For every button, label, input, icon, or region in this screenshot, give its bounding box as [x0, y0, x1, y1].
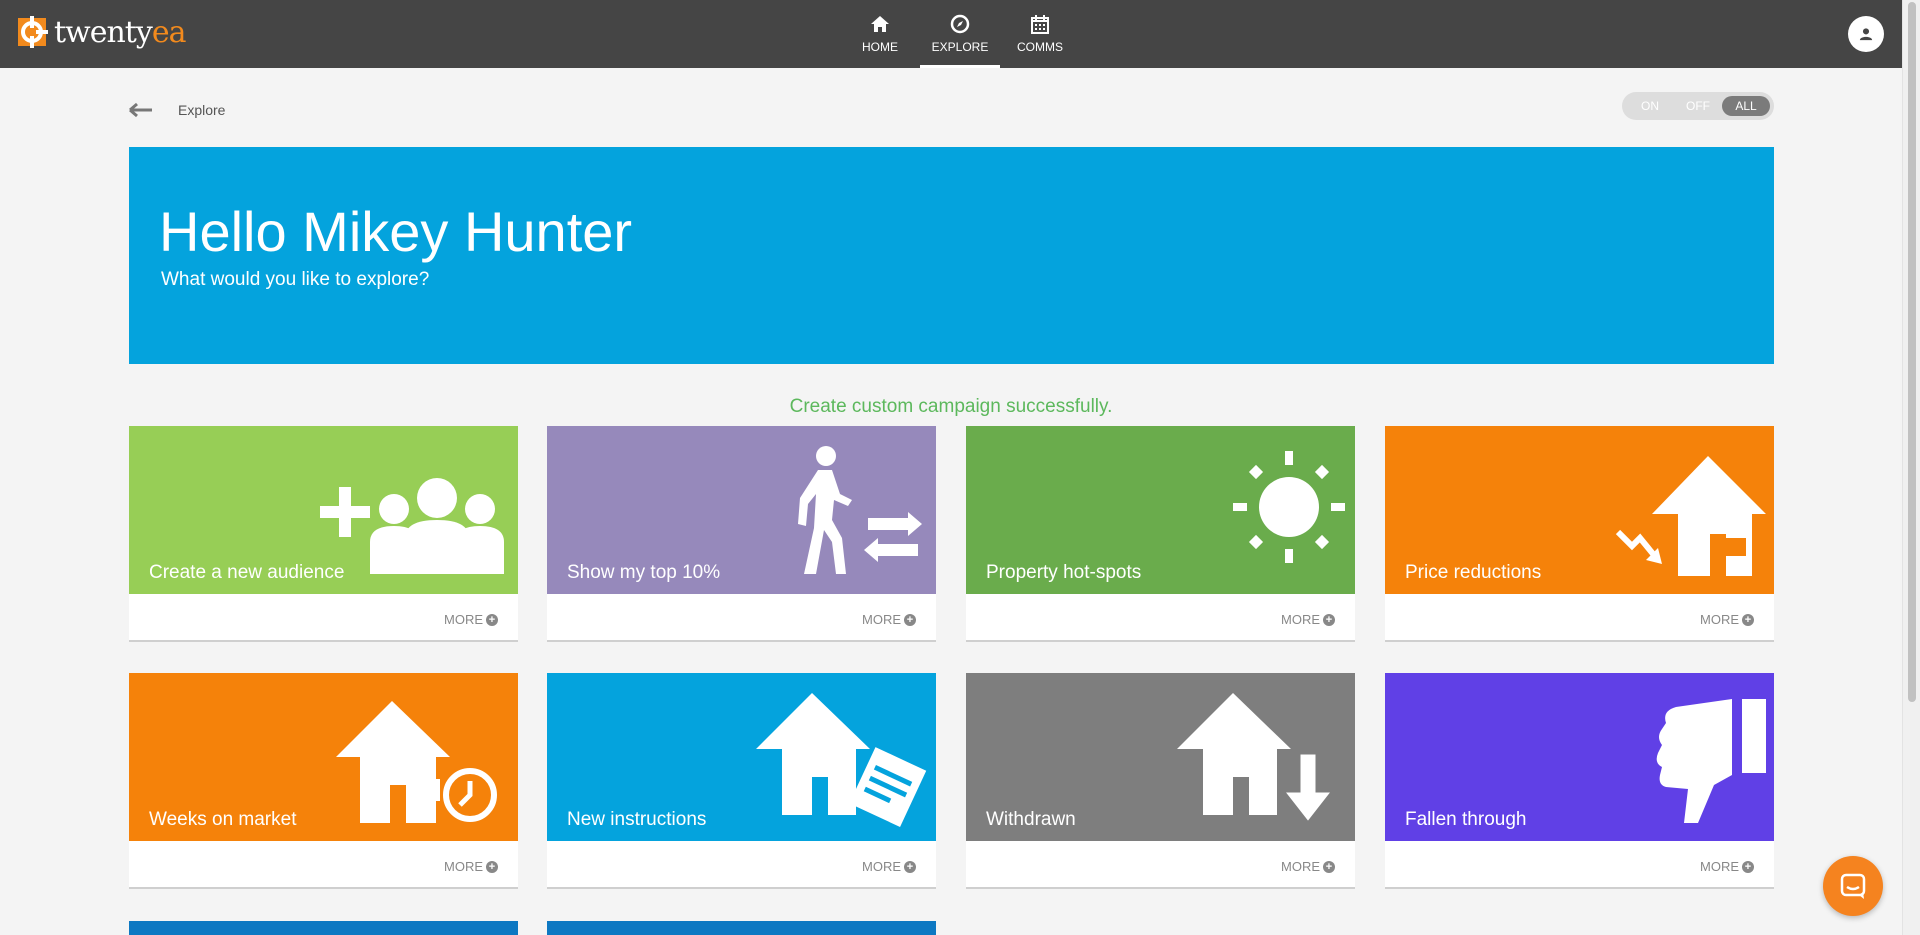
logo-text: twentyea [54, 14, 186, 50]
more-link[interactable]: MORE + [862, 612, 916, 627]
nav-comms[interactable]: COMMS [1000, 0, 1080, 68]
tile-label: Property hot-spots [986, 562, 1142, 583]
chat-icon [1840, 873, 1866, 899]
top-nav-bar: twentyea HOME EXPLORE COMMS [0, 0, 1902, 68]
tile-fallen-through[interactable]: Fallen through MORE + [1385, 673, 1774, 887]
more-link[interactable]: MORE + [1281, 859, 1335, 874]
hero-banner: Hello Mikey Hunter What would you like t… [129, 147, 1774, 364]
more-link[interactable]: MORE + [444, 859, 498, 874]
more-label: MORE [862, 612, 901, 627]
plus-circle-icon: + [1742, 613, 1754, 626]
more-link[interactable]: MORE + [444, 612, 498, 627]
plus-circle-icon: + [1742, 860, 1754, 873]
logo[interactable]: twentyea [14, 12, 186, 52]
hero-title: Hello Mikey Hunter [159, 200, 633, 263]
compass-icon [950, 14, 970, 34]
house-price-down-icon [1615, 456, 1766, 576]
toggle-all[interactable]: ALL [1722, 96, 1770, 116]
tile-weeks-on-market[interactable]: Weeks on market MORE + [129, 673, 518, 887]
more-label: MORE [1700, 859, 1739, 874]
more-link[interactable]: MORE + [862, 859, 916, 874]
tile-banner: Withdrawn [966, 673, 1355, 841]
tile-label: New instructions [567, 809, 707, 830]
on-off-all-toggle[interactable]: ON OFF ALL [1622, 92, 1774, 120]
tile-create-audience[interactable]: Create a new audience MORE + [129, 426, 518, 640]
more-link[interactable]: MORE + [1700, 859, 1754, 874]
more-label: MORE [1700, 612, 1739, 627]
more-link[interactable]: MORE + [1281, 612, 1335, 627]
nav-home-label: HOME [862, 40, 898, 54]
tile-partial[interactable] [129, 921, 518, 935]
walker-arrows-icon [798, 446, 922, 574]
page-scrollbar[interactable] [1902, 0, 1920, 935]
tile-new-instructions[interactable]: New instructions MORE + [547, 673, 936, 887]
tile-banner: Fallen through [1385, 673, 1774, 841]
toggle-on[interactable]: ON [1626, 96, 1674, 116]
more-label: MORE [1281, 612, 1320, 627]
house-clock-icon [336, 701, 500, 825]
tile-hot-spots[interactable]: Property hot-spots MORE + [966, 426, 1355, 640]
tile-banner: Show my top 10% [547, 426, 936, 594]
tile-top-10[interactable]: Show my top 10% MORE + [547, 426, 936, 640]
tile-banner: Create a new audience [129, 426, 518, 594]
more-label: MORE [444, 612, 483, 627]
nav-explore-label: EXPLORE [931, 40, 989, 54]
tile-banner: Price reductions [1385, 426, 1774, 594]
logo-mark-icon [14, 14, 50, 50]
tile-label: Withdrawn [986, 809, 1076, 830]
plus-circle-icon: + [1323, 613, 1335, 626]
tile-label: Create a new audience [149, 562, 345, 583]
tile-partial[interactable] [547, 921, 936, 935]
tile-label: Show my top 10% [567, 562, 721, 583]
tile-label: Price reductions [1405, 562, 1542, 583]
plus-circle-icon: + [904, 613, 916, 626]
plus-circle-icon: + [486, 613, 498, 626]
user-icon [1859, 28, 1873, 41]
user-menu-button[interactable] [1848, 16, 1884, 52]
thumbs-down-icon [1656, 699, 1766, 823]
home-icon [871, 16, 889, 32]
plus-circle-icon: + [1323, 860, 1335, 873]
scrollbar-thumb[interactable] [1908, 2, 1916, 702]
chat-button[interactable] [1823, 856, 1883, 916]
more-label: MORE [862, 859, 901, 874]
back-arrow-icon[interactable] [128, 100, 154, 120]
calendar-icon [1031, 15, 1049, 34]
nav-comms-label: COMMS [1017, 40, 1063, 54]
house-document-icon [756, 693, 927, 827]
plus-circle-icon: + [486, 860, 498, 873]
more-link[interactable]: MORE + [1700, 612, 1754, 627]
nav-home[interactable]: HOME [840, 0, 920, 68]
nav-explore[interactable]: EXPLORE [920, 0, 1000, 68]
tile-price-reductions[interactable]: Price reductions MORE + [1385, 426, 1774, 640]
tile-label: Weeks on market [149, 809, 297, 830]
plus-circle-icon: + [904, 860, 916, 873]
house-down-arrow-icon [1177, 693, 1337, 826]
more-label: MORE [1281, 859, 1320, 874]
tile-label: Fallen through [1405, 809, 1527, 830]
tile-withdrawn[interactable]: Withdrawn MORE + [966, 673, 1355, 887]
tile-banner: Weeks on market [129, 673, 518, 841]
breadcrumb: Explore [178, 102, 226, 118]
toggle-off[interactable]: OFF [1674, 96, 1722, 116]
status-message: Create custom campaign successfully. [789, 396, 1113, 417]
sun-icon [1233, 451, 1345, 563]
tile-banner: New instructions [547, 673, 936, 841]
tile-banner: Property hot-spots [966, 426, 1355, 594]
more-label: MORE [444, 859, 483, 874]
hero-subtitle: What would you like to explore? [161, 269, 430, 290]
main-nav: HOME EXPLORE COMMS [840, 0, 1080, 68]
